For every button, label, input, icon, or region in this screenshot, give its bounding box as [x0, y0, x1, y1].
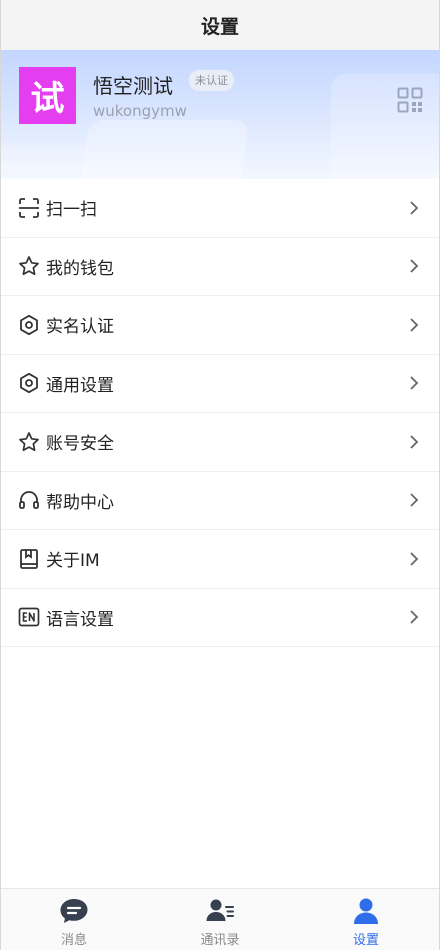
- scan-icon: [18, 197, 40, 219]
- user-icon: [354, 898, 378, 924]
- menu-item-scan[interactable]: 扫一扫: [1, 179, 439, 238]
- hexagon-icon: [18, 314, 40, 336]
- chevron-right-icon: [410, 610, 419, 624]
- background-decoration: [72, 120, 250, 179]
- menu-item-language[interactable]: 语言设置: [1, 589, 439, 647]
- tab-messages[interactable]: 消息: [1, 889, 147, 950]
- menu-item-label: 扫一扫: [46, 200, 97, 221]
- chevron-right-icon: [410, 259, 419, 273]
- chevron-right-icon: [410, 318, 419, 332]
- menu-item-label: 实名认证: [46, 317, 114, 338]
- menu-item-about[interactable]: 关于IM: [1, 530, 439, 589]
- profile-card[interactable]: 试 悟空测试 未认证 wukongymw: [1, 50, 439, 179]
- menu-item-label: 帮助中心: [46, 492, 114, 513]
- user-id: wukongymw: [93, 102, 187, 120]
- menu-item-label: 通用设置: [46, 375, 114, 396]
- menu-item-help[interactable]: 帮助中心: [1, 472, 439, 530]
- tab-label: 通讯录: [200, 933, 240, 948]
- menu-item-label: 我的钱包: [46, 258, 114, 279]
- chat-bubble-icon: [60, 899, 88, 923]
- tab-label: 消息: [60, 933, 87, 948]
- tab-settings[interactable]: 设置: [293, 889, 439, 950]
- chevron-right-icon: [410, 376, 419, 390]
- star-icon: [18, 255, 40, 277]
- en-icon: [18, 606, 40, 628]
- menu-item-account-security[interactable]: 账号安全: [1, 413, 439, 472]
- tab-bar: 消息 通讯录 设置: [1, 888, 439, 950]
- user-name: 悟空测试: [93, 74, 173, 98]
- chevron-right-icon: [410, 493, 419, 507]
- menu-item-label: 账号安全: [46, 434, 114, 455]
- star-icon: [18, 431, 40, 453]
- menu-item-label: 关于IM: [46, 551, 100, 572]
- book-icon: [18, 548, 40, 570]
- nav-bar: 设置: [1, 0, 439, 50]
- verification-badge: 未认证: [189, 70, 234, 91]
- settings-screen: 设置 试 悟空测试 未认证 wukongymw 扫一扫 我的钱包 实名认证 通用…: [0, 0, 440, 950]
- avatar[interactable]: 试: [19, 67, 76, 124]
- menu-item-wallet[interactable]: 我的钱包: [1, 238, 439, 296]
- tab-label: 设置: [352, 933, 379, 948]
- menu-item-label: 语言设置: [46, 609, 114, 630]
- qr-code-icon[interactable]: [397, 87, 423, 113]
- settings-menu: 扫一扫 我的钱包 实名认证 通用设置 账号安全 帮助中心 关于IM 语言设置: [1, 179, 439, 647]
- chevron-right-icon: [410, 201, 419, 215]
- background-decoration: [1, 145, 91, 179]
- menu-item-real-name[interactable]: 实名认证: [1, 296, 439, 355]
- headset-icon: [18, 489, 40, 511]
- chevron-right-icon: [410, 552, 419, 566]
- page-title: 设置: [200, 15, 239, 38]
- tab-contacts[interactable]: 通讯录: [147, 889, 293, 950]
- menu-item-general[interactable]: 通用设置: [1, 355, 439, 413]
- hexagon-icon: [18, 372, 40, 394]
- contacts-icon: [206, 899, 234, 921]
- chevron-right-icon: [410, 435, 419, 449]
